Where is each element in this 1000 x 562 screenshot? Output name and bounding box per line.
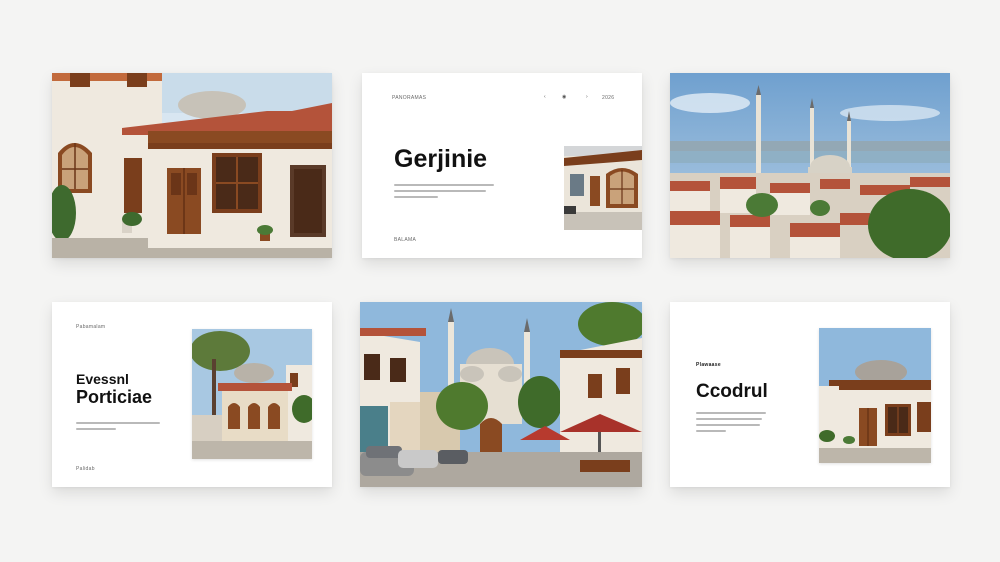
nav-prev-icon[interactable]: ‹ <box>544 94 546 100</box>
skyline-photo <box>670 73 950 258</box>
house-photo <box>52 73 332 258</box>
slide-bottom-right[interactable]: Plawaase Ccodrul <box>670 302 950 487</box>
slide-header-label: Pabamalam <box>76 324 106 330</box>
street-photo <box>360 302 642 487</box>
slide-title: Gerjinie <box>394 145 488 173</box>
slide-header-label: PANORAMAS <box>392 95 427 101</box>
slide-title-line-1: Evessnl <box>76 371 129 387</box>
nav-next-icon[interactable]: › <box>586 94 588 100</box>
slide-title-line-2: Porticiae <box>76 387 153 407</box>
slide-inset-photo <box>192 329 312 459</box>
slide-inset-photo <box>564 146 642 230</box>
nav-dot-icon[interactable]: ◉ <box>562 94 566 100</box>
slide-bottom-left[interactable]: Pabamalam Evessnl Porticiae Palidab <box>52 302 332 487</box>
slide-top-center[interactable]: PANORAMAS ‹ ◉ › 2026 Gerjinie BALAMA <box>362 73 642 258</box>
slide-bottom-center[interactable] <box>360 302 642 487</box>
slide-inset-photo <box>819 328 931 463</box>
slide-header-label: Plawaase <box>696 362 721 368</box>
slide-footer-label: BALAMA <box>394 237 417 243</box>
slide-title: Ccodrul <box>696 381 768 402</box>
slide-footer-label: Palidab <box>76 466 95 472</box>
page-number: 2026 <box>602 95 615 101</box>
slide-top-left[interactable] <box>52 73 332 258</box>
slide-top-right[interactable] <box>670 73 950 258</box>
